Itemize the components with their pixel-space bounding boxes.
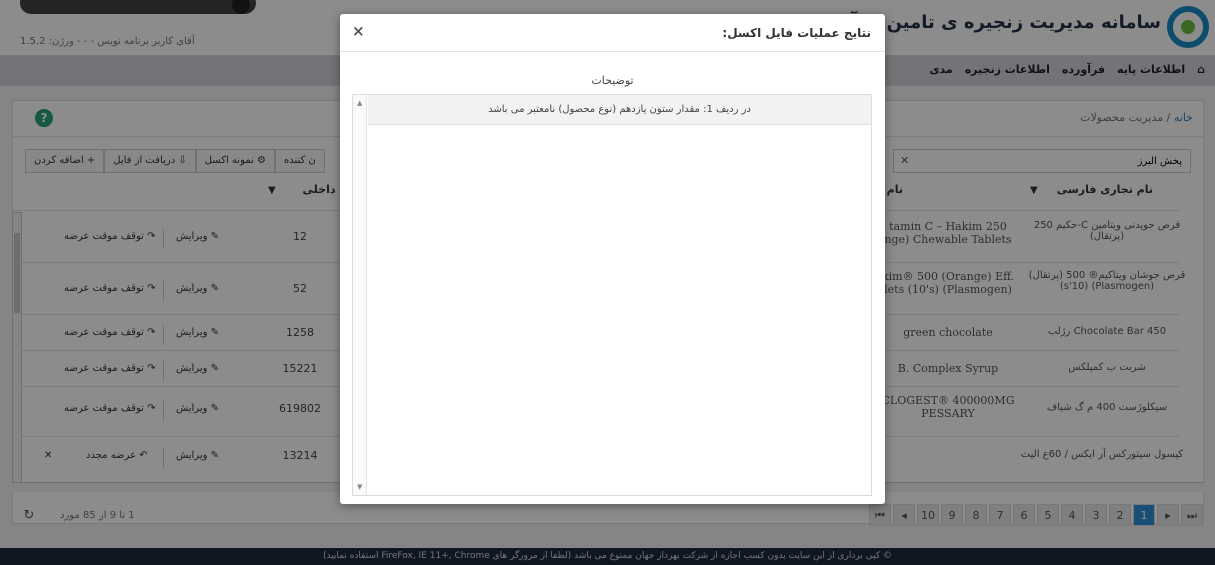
description-item: در ردیف 1: مقدار ستون یازدهم (نوع محصول)… (368, 95, 871, 125)
descriptions-heading: توضیحات (591, 74, 634, 87)
list-scrollbar[interactable]: ▲ ▼ (353, 95, 367, 495)
scroll-up-icon[interactable]: ▲ (357, 99, 362, 107)
excel-results-modal: نتایج عملیات فایل اکسل: × توضیحات ▲ ▼ در… (340, 14, 885, 504)
close-icon[interactable]: × (352, 22, 365, 40)
descriptions-list: ▲ ▼ در ردیف 1: مقدار ستون یازدهم (نوع مح… (352, 94, 872, 496)
modal-title: نتایج عملیات فایل اکسل: (722, 26, 871, 40)
modal-header: نتایج عملیات فایل اکسل: × (340, 14, 885, 52)
scroll-down-icon[interactable]: ▼ (357, 483, 362, 491)
